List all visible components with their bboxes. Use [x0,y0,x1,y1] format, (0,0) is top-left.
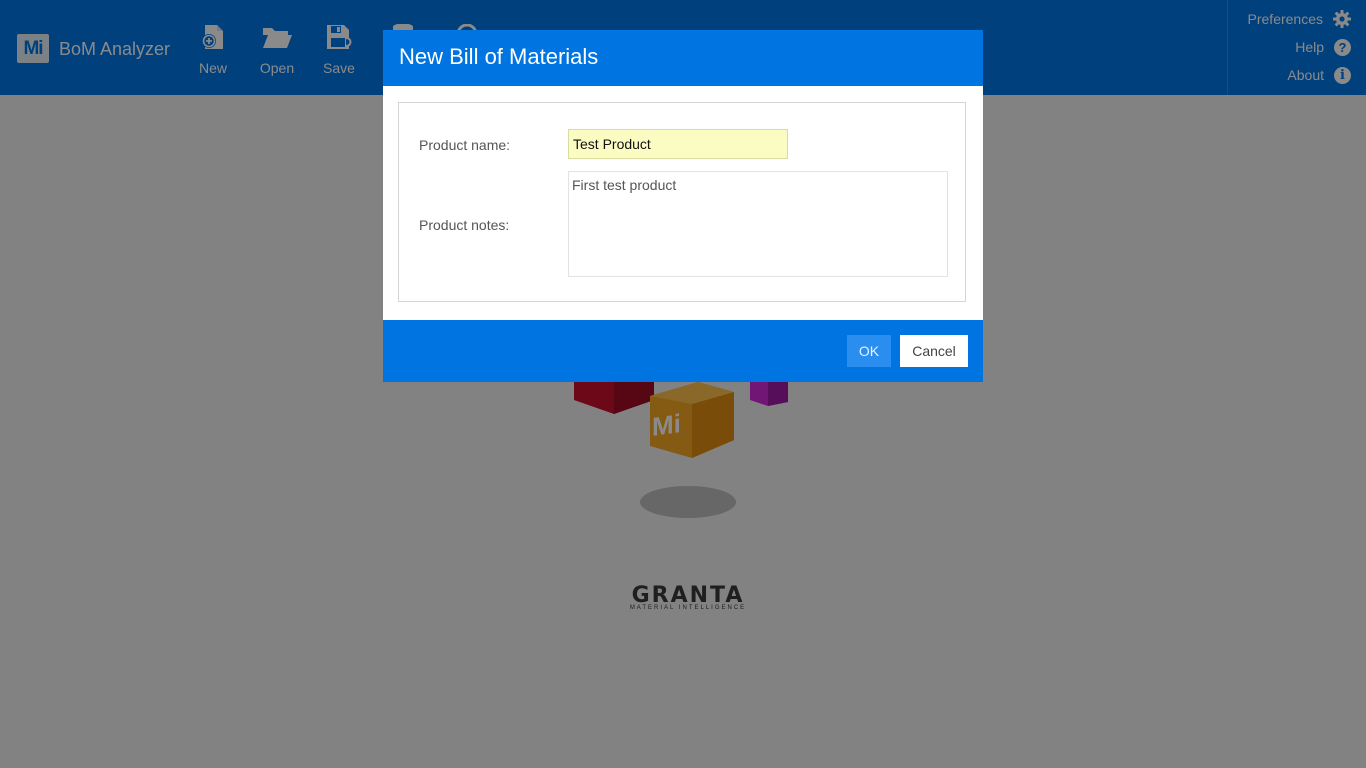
product-name-input[interactable] [568,129,788,159]
dialog-title: New Bill of Materials [399,44,599,69]
product-notes-textarea[interactable]: First test product [568,171,948,277]
dialog-footer: OK Cancel [383,320,983,382]
ok-button[interactable]: OK [847,335,891,367]
new-bom-dialog: New Bill of Materials Product name: Prod… [383,30,983,382]
dialog-form-panel: Product name: Product notes: First test … [398,102,966,302]
cancel-button[interactable]: Cancel [900,335,968,367]
product-name-label: Product name: [419,137,511,153]
product-notes-label: Product notes: [419,217,510,233]
dialog-header: New Bill of Materials [383,30,983,86]
